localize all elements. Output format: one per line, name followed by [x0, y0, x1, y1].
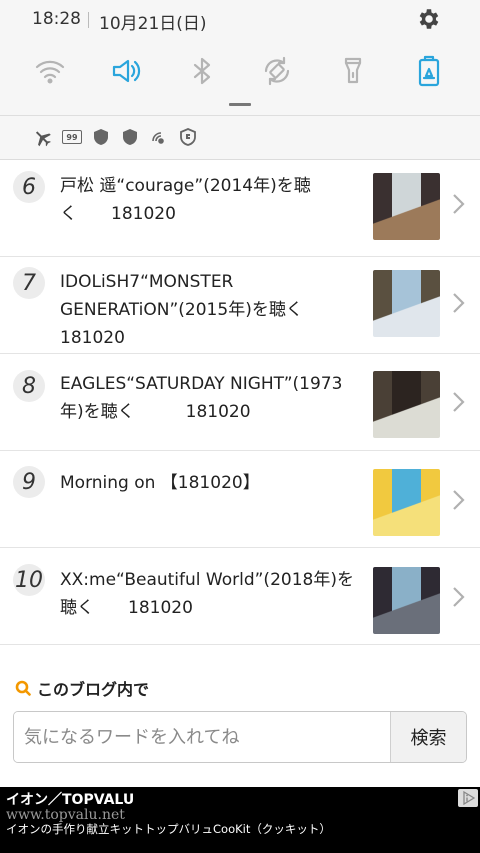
post-thumbnail[interactable]: [373, 371, 440, 438]
blog-search-label: このブログ内で: [37, 680, 150, 699]
rank-badge: 7: [13, 267, 45, 299]
power-saving-toggle[interactable]: [410, 52, 448, 90]
flashlight-toggle[interactable]: [334, 52, 372, 90]
chevron-right-icon: [453, 490, 465, 510]
bluetooth-icon: [193, 57, 211, 85]
search-input[interactable]: [14, 712, 390, 762]
rank-badge: 8: [13, 370, 45, 402]
post-thumbnail[interactable]: [373, 173, 440, 240]
battery-99-icon: 99: [62, 130, 82, 144]
sound-toggle[interactable]: [107, 52, 145, 90]
post-title[interactable]: Morning on 【181020】: [60, 469, 360, 497]
blog-search-box: 検索: [13, 711, 467, 763]
shade-divider: [0, 115, 480, 116]
post-title[interactable]: IDOLiSH7“MONSTER GENERATiON”(2015年)を聴く 1…: [60, 268, 360, 352]
status-date: 10月21日(日): [99, 14, 207, 34]
settings-gear-icon[interactable]: [416, 6, 442, 32]
shield-icon: [123, 129, 137, 145]
post-thumbnail[interactable]: [373, 469, 440, 536]
blog-search-heading: このブログ内で: [15, 676, 149, 700]
chevron-right-icon: [453, 293, 465, 313]
ad-banner[interactable]: イオン／TOPVALU www.topvalu.net イオンの手作り献立キット…: [0, 787, 480, 853]
auto-rotate-icon: [264, 56, 290, 86]
chevron-right-icon: [453, 587, 465, 607]
flashlight-icon: [344, 57, 362, 84]
rank-badge: 9: [13, 466, 45, 498]
list-item[interactable]: 7 IDOLiSH7“MONSTER GENERATiON”(2015年)を聴く…: [0, 257, 480, 354]
rank-badge: 6: [13, 171, 45, 203]
ad-description[interactable]: イオンの手作り献立キットトップバリュCooKit（クッキット）: [6, 821, 331, 837]
list-item[interactable]: 10 XX:me“Beautiful World”(2018年)を 聴く 181…: [0, 548, 480, 645]
shade-drag-handle[interactable]: [229, 103, 251, 106]
rank-badge: 10: [13, 564, 45, 596]
wifi-icon: [35, 60, 65, 84]
ad-info-icon[interactable]: [458, 789, 478, 807]
search-button[interactable]: 検索: [390, 712, 466, 762]
post-title[interactable]: EAGLES“SATURDAY NIGHT”(1973 年)を聴く 181020: [60, 370, 360, 426]
list-item[interactable]: 8 EAGLES“SATURDAY NIGHT”(1973 年)を聴く 1810…: [0, 354, 480, 451]
ad-brand[interactable]: イオン／TOPVALU: [6, 789, 134, 809]
post-thumbnail[interactable]: [373, 567, 440, 634]
post-title[interactable]: XX:me“Beautiful World”(2018年)を 聴く 181020: [60, 566, 360, 622]
auto-rotate-toggle[interactable]: [258, 52, 296, 90]
shield-icon: [94, 129, 108, 145]
list-item[interactable]: 6 戸松 遥“courage”(2014年)を聴 く 181020: [0, 160, 480, 257]
sound-icon: [112, 59, 141, 83]
list-item[interactable]: 9 Morning on 【181020】: [0, 451, 480, 548]
bluetooth-toggle[interactable]: [183, 52, 221, 90]
security-icon: [180, 128, 196, 146]
power-saving-icon: [418, 55, 440, 87]
notification-shade: 18:28 10月21日(日) 99: [0, 0, 480, 160]
nfc-on-icon: [152, 132, 164, 144]
airplane-icon: [35, 131, 51, 147]
status-time: 18:28: [32, 9, 81, 29]
wifi-toggle[interactable]: [31, 52, 69, 90]
search-icon: [15, 680, 31, 696]
chevron-right-icon: [453, 194, 465, 214]
post-title[interactable]: 戸松 遥“courage”(2014年)を聴 く 181020: [60, 172, 360, 228]
post-thumbnail[interactable]: [373, 270, 440, 337]
status-separator: [88, 12, 89, 28]
chevron-right-icon: [453, 392, 465, 412]
notification-icon-tray: 99: [33, 126, 198, 148]
